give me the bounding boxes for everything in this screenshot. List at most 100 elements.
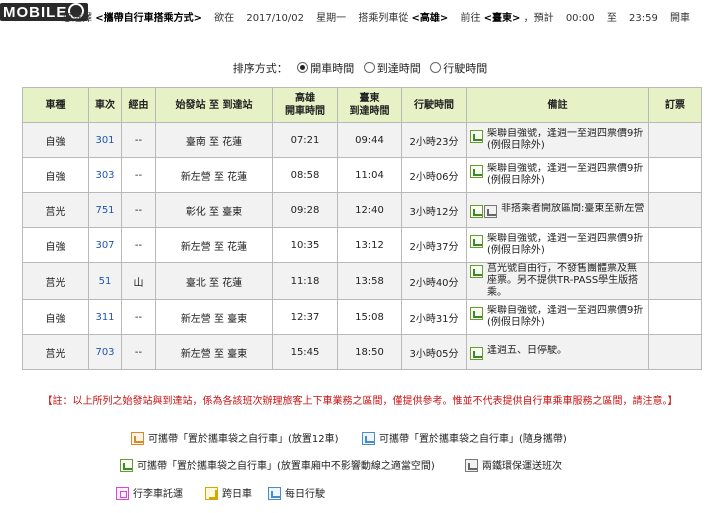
cell-arrival-time: 12:40: [337, 192, 402, 228]
cell-duration: 2小時31分: [401, 299, 467, 335]
legend-daily-label: 每日行駛: [285, 489, 325, 500]
cell-departure-time: 15:45: [272, 334, 338, 370]
cell-ticket[interactable]: [648, 157, 702, 193]
cell-ticket[interactable]: [648, 122, 702, 158]
cell-train-type: 莒光: [22, 262, 89, 300]
cell-train-type: 自強: [22, 227, 89, 263]
col-header-type: 車種: [22, 87, 89, 123]
note-text: 莒光號自由行，不發售團體票及無座票。另不提供TR-PASS學生版搭乘。: [487, 263, 639, 298]
bike-bag-area-icon: [470, 130, 483, 143]
table-row: 莒光 703 -- 新左營 至 臺東 15:45 18:50 3小時05分 逢週五、日停駛。: [22, 334, 702, 370]
bike-bag-area-icon: [120, 459, 133, 472]
col-header-no: 車次: [88, 87, 122, 123]
query-summary-bar: MOBILE 您選擇 <攜帶自行車搭乘方式> 欲在 2017/10/02 星期一…: [0, 0, 720, 28]
legend-luggage: 行李車託運: [116, 485, 183, 500]
cell-train-no[interactable]: 307: [88, 227, 122, 263]
note-text: 柴聯自強號，逢週一至週四票價9折(例假日除外): [487, 305, 644, 328]
sort-option-departure[interactable]: 開車時間: [310, 62, 354, 75]
query-summary: 您選擇 <攜帶自行車搭乘方式> 欲在 2017/10/02 星期一 搭乘列車從 …: [62, 9, 690, 24]
cell-departure-time: 07:21: [272, 122, 338, 158]
cell-route: 臺北 至 花蓮: [155, 262, 273, 300]
cell-ticket[interactable]: [648, 262, 702, 300]
query-time-to: 23:59: [629, 13, 658, 24]
cell-via: --: [121, 122, 156, 158]
cell-train-no[interactable]: 301: [88, 122, 122, 158]
cell-train-type: 自強: [22, 299, 89, 335]
col-header-arrival-station: 臺東: [359, 93, 380, 104]
cell-via: --: [121, 334, 156, 370]
cell-via: 山: [121, 262, 156, 300]
legend-luggage-label: 行李車託運: [133, 489, 183, 500]
legend-bag-area-label: 可攜帶「置於攜車袋之自行車」(放置車廂中不影響動線之適當空間): [137, 461, 435, 472]
query-prefix: 您選擇: [62, 13, 92, 24]
cell-ticket[interactable]: [648, 299, 702, 335]
cell-note: 柴聯自強號，逢週一至週四票價9折(例假日除外): [466, 299, 649, 335]
cell-duration: 3小時05分: [401, 334, 467, 370]
cell-duration: 3小時12分: [401, 192, 467, 228]
sort-radio-arrival[interactable]: [363, 62, 375, 73]
query-depart-label: 開車: [670, 13, 691, 24]
note-icons: [470, 165, 484, 178]
table-row: 莒光 751 -- 彰化 至 臺東 09:28 12:40 3小時12分 非搭乘者開放區間:臺…: [22, 192, 702, 228]
eco-train-icon: [484, 204, 497, 218]
query-date: 2017/10/02: [246, 13, 304, 24]
sort-options: 排序方式： 開車時間 到達時間 行駛時間: [0, 60, 720, 76]
cell-departure-time: 11:18: [272, 262, 338, 300]
bike-bag-carry-icon: [362, 432, 375, 445]
sort-option-duration[interactable]: 行駛時間: [443, 62, 487, 75]
sort-radio-duration[interactable]: [430, 62, 442, 73]
legend-eco-label: 兩鐵環保運送班次: [482, 461, 562, 472]
cell-note: 柴聯自強號，逢週一至週四票價9折(例假日除外): [466, 122, 649, 158]
table-row: 莒光 51 山臺北 至 花蓮 11:18 13:58 2小時40分 莒光號自由行，不發售團體…: [22, 262, 702, 300]
cell-arrival-time: 13:58: [337, 262, 402, 300]
cell-train-no[interactable]: 311: [88, 299, 122, 335]
legend-bag-carry: 可攜帶「置於攜車袋之自行車」(隨身攜帶): [362, 430, 567, 445]
cell-via: --: [121, 192, 156, 228]
cell-ticket[interactable]: [648, 334, 702, 370]
table-header-row: 車種 車次 經由 始發站 至 到達站 高雄 開車時間 臺東 到達時間 行駛時間 備註…: [22, 87, 702, 123]
cell-route: 新左營 至 花蓮: [155, 157, 273, 193]
table-row: 自強 303 -- 新左營 至 花蓮 08:58 11:04 2小時06分 柴聯自強號，逢週一…: [22, 157, 702, 193]
note-text: 柴聯自強號，逢週一至週四票價9折(例假日除外): [487, 128, 644, 151]
bike-bag-area-icon: [470, 204, 483, 218]
cell-ticket[interactable]: [648, 192, 702, 228]
cell-train-no[interactable]: 751: [88, 192, 122, 228]
note-icons: [470, 130, 484, 143]
legend-bag12-label: 可攜帶「置於攜車袋之自行車」(放置12車): [148, 434, 339, 445]
col-header-departure-station: 高雄: [295, 93, 315, 104]
cell-train-no[interactable]: 303: [88, 157, 122, 193]
query-time-from: 00:00: [565, 13, 595, 24]
note-text: 柴聯自強號，逢週一至週四票價9折(例假日除外): [487, 163, 644, 186]
cell-duration: 2小時06分: [401, 157, 467, 193]
sort-radio-departure[interactable]: [297, 62, 309, 73]
cell-departure-time: 09:28: [272, 192, 338, 228]
cell-train-type: 自強: [22, 157, 89, 193]
cell-duration: 2小時40分: [401, 262, 467, 300]
table-row: 自強 301 -- 臺南 至 花蓮 07:21 09:44 2小時23分 柴聯自強號，逢週一至…: [22, 122, 702, 158]
cell-note: 莒光號自由行，不發售團體票及無座票。另不提供TR-PASS學生版搭乘。: [466, 262, 649, 300]
col-header-departure: 高雄 開車時間: [272, 87, 338, 123]
cell-train-type: 自強: [22, 122, 89, 158]
cell-arrival-time: 15:08: [337, 299, 402, 335]
cell-via: --: [121, 157, 156, 193]
cell-route: 彰化 至 臺東: [155, 192, 273, 228]
sort-option-arrival[interactable]: 到達時間: [377, 62, 421, 75]
cell-train-no[interactable]: 51: [88, 262, 122, 300]
legend-bag-area: 可攜帶「置於攜車袋之自行車」(放置車廂中不影響動線之適當空間): [120, 457, 435, 472]
table-row: 自強 311 -- 新左營 至 臺東 12:37 15:08 2小時31分 柴聯自強號，逢週一…: [22, 299, 702, 335]
cell-arrival-time: 09:44: [337, 122, 402, 158]
cell-departure-time: 12:37: [272, 299, 338, 335]
crossday-icon: [205, 487, 218, 500]
cell-via: --: [121, 299, 156, 335]
cell-ticket[interactable]: [648, 227, 702, 263]
cell-arrival-time: 11:04: [337, 157, 402, 193]
query-mode: <攜帶自行車搭乘方式>: [95, 13, 202, 24]
query-ride-label: 搭乘列車從: [358, 13, 409, 24]
note-text: 柴聯自強號，逢週一至週四票價9折(例假日除外): [487, 233, 644, 256]
cell-train-no[interactable]: 703: [88, 334, 122, 370]
cell-arrival-time: 13:12: [337, 227, 402, 263]
eco-train-icon: [465, 459, 478, 472]
cell-via: --: [121, 227, 156, 263]
legend-crossday-label: 跨日車: [222, 489, 252, 500]
legend-crossday: 跨日車: [205, 485, 252, 500]
